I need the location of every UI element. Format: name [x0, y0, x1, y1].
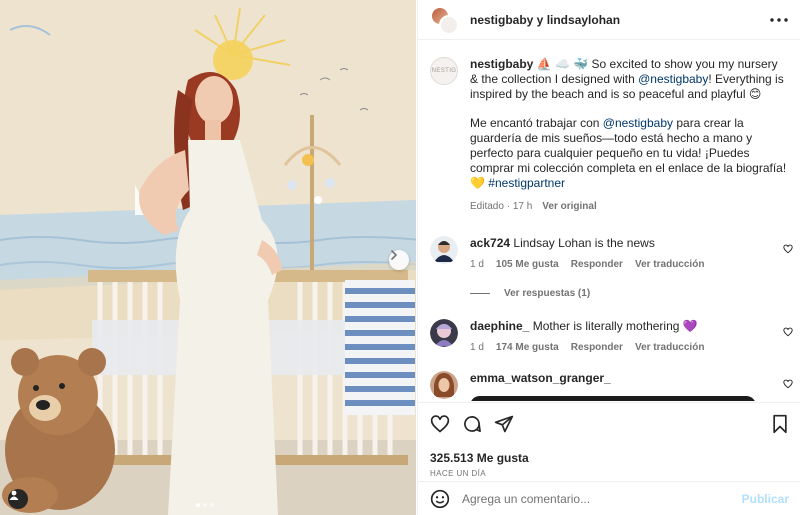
- post-authors[interactable]: nestigbaby y lindsaylohan: [470, 13, 620, 27]
- carousel-dot: [210, 503, 214, 507]
- likes-count[interactable]: 325.513 Me gusta: [430, 451, 789, 465]
- comment-username[interactable]: daephine_: [470, 319, 529, 333]
- comment-age: 1 d: [470, 259, 484, 270]
- emoji-icon[interactable]: [430, 489, 450, 509]
- comment-input[interactable]: [462, 491, 732, 506]
- comment-media[interactable]: [470, 396, 756, 401]
- comment-icon[interactable]: [462, 414, 482, 434]
- caption-mention[interactable]: @nestigbaby: [603, 116, 673, 130]
- comment-username[interactable]: ack724: [470, 236, 510, 250]
- comments-section[interactable]: NESTIG nestigbaby ⛵ ☁️ 🐳 So excited to s…: [418, 41, 800, 401]
- comment-text: Lindsay Lohan is the news: [513, 236, 655, 250]
- comment-age: 1 d: [470, 342, 484, 353]
- caption-author-avatar[interactable]: NESTIG: [430, 57, 458, 85]
- view-replies-label: Ver respuestas (1): [504, 288, 591, 299]
- comment-likes[interactable]: 174 Me gusta: [496, 342, 559, 353]
- comment-meta: 1 d 174 Me gusta Responder Ver traducció…: [470, 342, 760, 353]
- comment-text: Mother is literally mothering 💜: [532, 319, 698, 333]
- heart-icon[interactable]: [430, 414, 450, 434]
- translate-link[interactable]: Ver traducción: [635, 342, 704, 353]
- post-side-panel: nestigbaby y lindsaylohan NESTIG nestigb…: [417, 0, 800, 515]
- caption-hashtag[interactable]: #nestigpartner: [488, 176, 565, 190]
- comment-likes[interactable]: 105 Me gusta: [496, 259, 559, 270]
- collab-avatars[interactable]: [430, 5, 459, 35]
- comment-avatar[interactable]: [430, 236, 458, 264]
- caption-body: nestigbaby ⛵ ☁️ 🐳 So excited to show you…: [470, 57, 787, 214]
- comment-meta: 1 d 105 Me gusta Responder Ver traducció…: [470, 259, 760, 270]
- see-original-link[interactable]: Ver original: [542, 199, 596, 214]
- reply-button[interactable]: Responder: [571, 342, 623, 353]
- comment-item: daephine_ Mother is literally mothering …: [418, 319, 800, 353]
- caption-emojis: ⛵ ☁️ 🐳: [536, 57, 589, 71]
- heart-icon[interactable]: [783, 379, 793, 389]
- carousel-dot: [203, 503, 207, 507]
- comment-media-image: [470, 396, 756, 401]
- heart-icon[interactable]: [783, 327, 793, 337]
- action-icons: [430, 413, 789, 435]
- brand-logo-text: NESTIG: [431, 68, 457, 74]
- carousel-indicator: [196, 503, 214, 507]
- post-actions: 325.513 Me gusta HACE UN DÍA: [418, 402, 800, 478]
- nursery-photo: [0, 0, 416, 515]
- translate-link[interactable]: Ver traducción: [635, 259, 704, 270]
- comment-item: ack724 Lindsay Lohan is the news 1 d 105…: [418, 236, 800, 270]
- comment-username[interactable]: emma_watson_granger_: [470, 371, 611, 385]
- carousel-dot-active: [196, 503, 200, 507]
- view-replies-button[interactable]: Ver respuestas (1): [470, 288, 800, 299]
- replies-divider: [470, 293, 490, 294]
- post-photo[interactable]: [0, 0, 416, 515]
- caption-text: Me encantó trabajar con: [470, 116, 600, 130]
- add-comment-bar: Publicar: [418, 481, 800, 515]
- chevron-right-icon: [391, 250, 397, 260]
- caption-paragraph-es: Me encantó trabajar con @nestigbaby para…: [470, 116, 787, 191]
- post-header: nestigbaby y lindsaylohan: [418, 0, 800, 40]
- avatar-nestigbaby[interactable]: [439, 14, 459, 35]
- more-horizontal-icon[interactable]: [770, 17, 788, 22]
- caption-username[interactable]: nestigbaby: [470, 57, 533, 71]
- post-timestamp: HACE UN DÍA: [430, 469, 486, 478]
- post-caption: NESTIG nestigbaby ⛵ ☁️ 🐳 So excited to s…: [418, 41, 800, 214]
- bookmark-icon[interactable]: [771, 414, 789, 434]
- caption-mention[interactable]: @nestigbaby: [638, 72, 708, 86]
- publish-button[interactable]: Publicar: [742, 492, 789, 506]
- person-icon: [9, 490, 19, 500]
- share-icon[interactable]: [494, 414, 514, 434]
- comment-item: emma_watson_granger_: [418, 371, 800, 401]
- comment-avatar[interactable]: [430, 319, 458, 347]
- edited-label: Editado · 17 h: [470, 201, 533, 212]
- reply-button[interactable]: Responder: [571, 259, 623, 270]
- comment-avatar[interactable]: [430, 371, 458, 399]
- striped-blanket: [345, 280, 415, 415]
- tagged-users-button[interactable]: [8, 489, 28, 509]
- caption-paragraph-en: nestigbaby ⛵ ☁️ 🐳 So excited to show you…: [470, 57, 787, 102]
- carousel-next-button[interactable]: [389, 250, 409, 270]
- heart-icon[interactable]: [783, 244, 793, 254]
- caption-meta: Editado · 17 h Ver original: [470, 199, 787, 214]
